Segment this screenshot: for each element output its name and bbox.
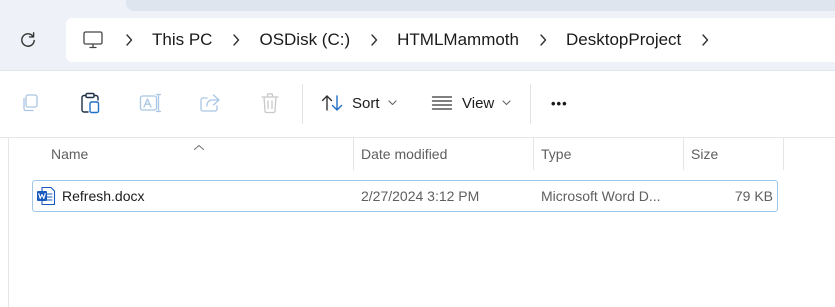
this-pc-icon[interactable] [81,28,105,52]
breadcrumb-chevron-icon[interactable] [538,33,548,47]
breadcrumb-htmlmammoth[interactable]: HTMLMammoth [397,30,519,50]
breadcrumb-this-pc[interactable]: This PC [152,30,212,50]
sort-icon [321,94,343,112]
breadcrumb-chevron-icon[interactable] [369,33,379,47]
column-header-date-label: Date modified [361,146,448,162]
column-header-name[interactable]: Name [44,138,353,170]
chevron-down-icon [387,100,397,106]
view-button[interactable]: View [431,89,511,117]
column-header-type[interactable]: Type [534,138,683,170]
command-bar: Sort View ••• [0,71,835,138]
file-size: 79 KB [734,188,773,204]
navigation-bar: This PC OSDisk (C:) HTMLMammoth DesktopP… [0,0,835,71]
toolbar-divider [302,84,303,124]
file-type: Microsoft Word D... [541,188,661,204]
breadcrumb-osdisk[interactable]: OSDisk (C:) [259,30,350,50]
breadcrumb-chevron-icon[interactable] [231,33,241,47]
column-header-date-modified[interactable]: Date modified [354,138,533,170]
column-divider[interactable] [783,138,784,170]
copy-icon[interactable] [18,91,42,115]
column-header-size-label: Size [691,146,719,162]
refresh-icon [19,31,37,49]
refresh-button[interactable] [14,26,42,54]
more-options-icon: ••• [551,95,568,111]
file-list-pane: Name Date modified Type Size Refresh.doc… [0,138,835,307]
delete-icon[interactable] [258,91,282,115]
breadcrumb-chevron-icon[interactable] [700,33,710,47]
more-options-button[interactable]: ••• [551,89,568,117]
file-name[interactable]: Refresh.docx [62,181,144,211]
chevron-down-icon [502,100,511,106]
breadcrumb-chevron-icon[interactable] [124,33,134,47]
sort-label: Sort [352,94,380,112]
address-bar[interactable]: This PC OSDisk (C:) HTMLMammoth DesktopP… [66,18,835,62]
share-icon[interactable] [198,91,222,115]
file-row[interactable]: Refresh.docx 2/27/2024 3:12 PM Microsoft… [32,180,778,212]
breadcrumb-desktopproject[interactable]: DesktopProject [566,30,681,50]
column-header-name-label: Name [51,146,89,162]
rename-icon[interactable] [138,91,162,115]
navigation-pane-edge [8,138,9,307]
tab-strip-edge [126,0,835,11]
column-header-type-label: Type [541,146,572,162]
paste-icon[interactable] [78,91,102,115]
toolbar-divider [530,84,531,124]
view-icon [431,95,453,111]
view-label: View [462,94,495,112]
column-header-size[interactable]: Size [684,138,783,170]
file-date-modified: 2/27/2024 3:12 PM [361,188,480,204]
sort-button[interactable]: Sort [321,89,397,117]
word-document-icon [36,186,56,206]
